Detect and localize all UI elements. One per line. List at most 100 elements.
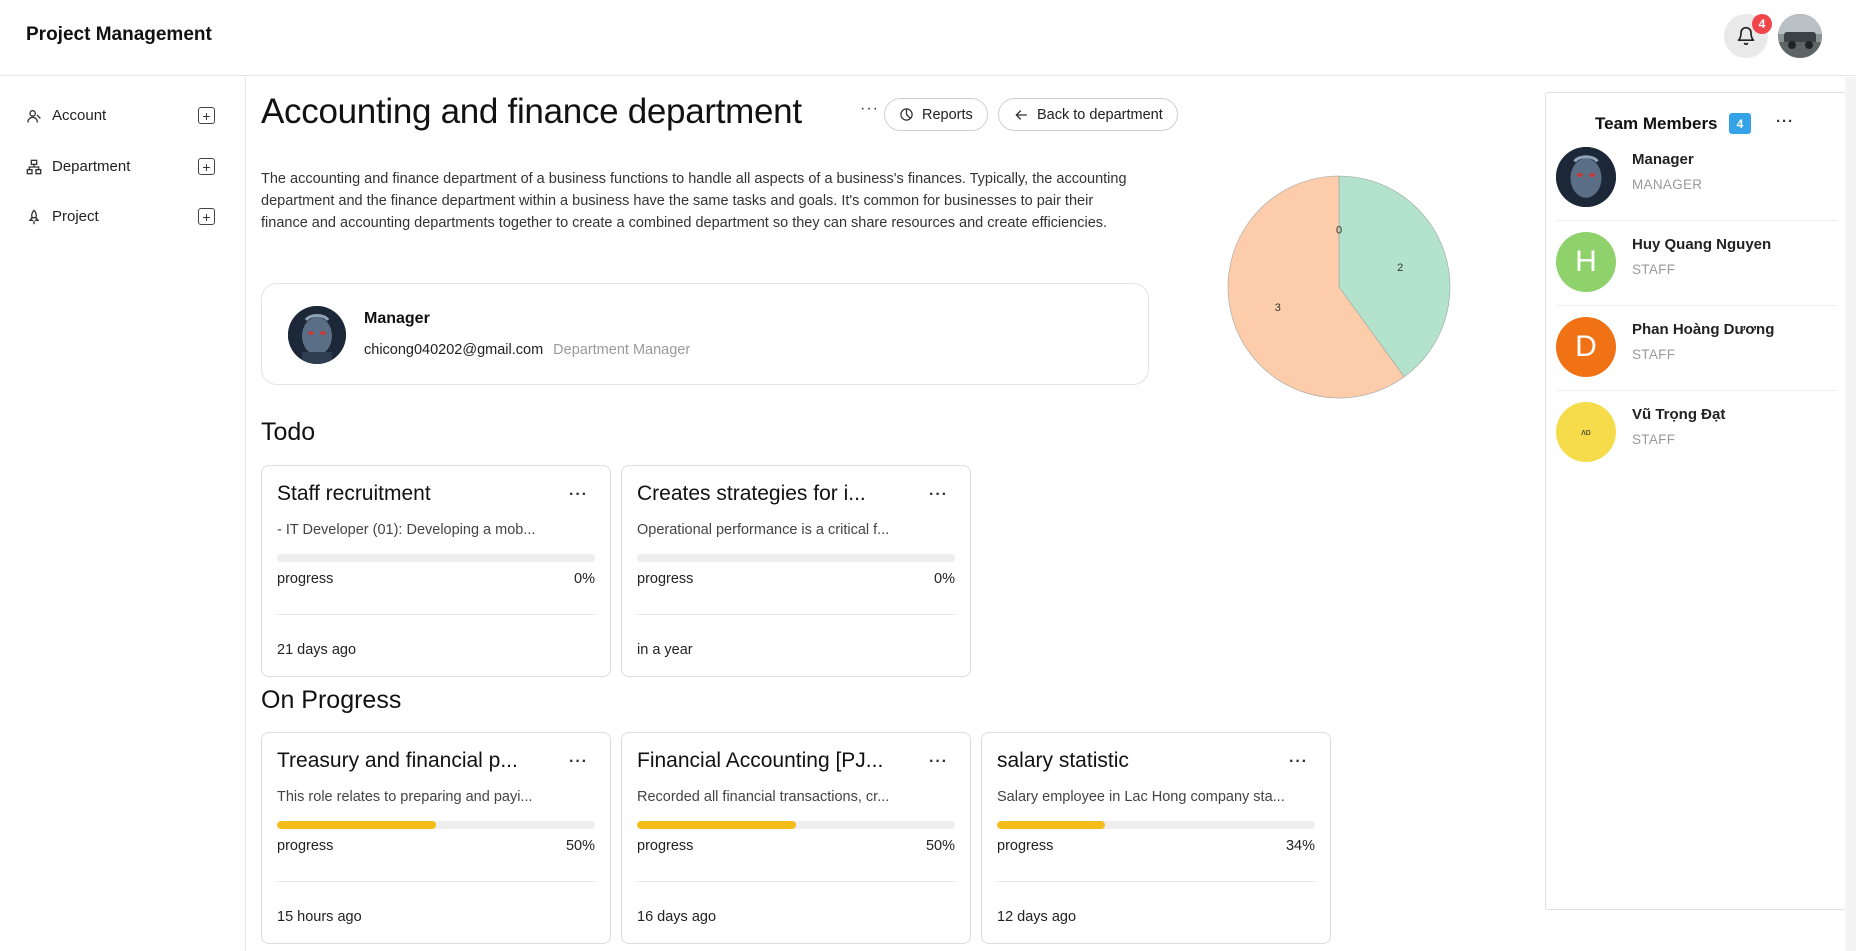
task-timestamp: 15 hours ago <box>277 909 362 925</box>
more-options-button[interactable]: ··· <box>860 100 879 118</box>
reports-label: Reports <box>922 106 973 123</box>
progress-percent: 50% <box>565 838 595 854</box>
task-title[interactable]: salary statistic <box>997 749 1277 773</box>
manager-name: Manager <box>364 310 430 327</box>
member-role: STAFF <box>1632 347 1676 362</box>
progress-label: progress <box>277 838 334 854</box>
member-name: Phan Hoàng Dương <box>1632 321 1775 338</box>
task-card[interactable]: Treasury and financial p... ··· This role … <box>261 732 611 944</box>
member-avatar: H <box>1556 232 1616 292</box>
member-avatar: ᴧᴅ <box>1556 402 1616 462</box>
task-title[interactable]: Treasury and financial p... <box>277 749 557 773</box>
sidebar-item-account[interactable]: Account + <box>0 96 246 136</box>
task-more-button[interactable]: ··· <box>929 486 948 504</box>
add-project-button[interactable]: + <box>198 208 215 225</box>
sidebar-item-department[interactable]: Department + <box>0 147 246 187</box>
notification-badge: 4 <box>1752 14 1772 34</box>
scrollbar[interactable] <box>1845 77 1856 951</box>
sidebar-item-label: Project <box>52 208 99 225</box>
progress-label: progress <box>277 571 334 587</box>
task-more-button[interactable]: ··· <box>569 486 588 504</box>
reports-button[interactable]: Reports <box>884 98 988 131</box>
progress-percent: 50% <box>925 838 955 854</box>
task-timestamp: in a year <box>637 642 693 658</box>
sitemap-icon <box>26 159 42 175</box>
manager-contact: chicong040202@gmail.com Department Manage… <box>364 342 690 358</box>
add-department-button[interactable]: + <box>198 158 215 175</box>
team-member-item[interactable]: ᴧᴅ Vũ Trọng Đạt STAFF <box>1556 390 1837 475</box>
divider <box>637 614 955 615</box>
team-more-button[interactable]: ··· <box>1776 113 1794 130</box>
member-initial: D <box>1575 330 1597 363</box>
team-member-item[interactable]: H Huy Quang Nguyen STAFF <box>1556 220 1837 305</box>
sidebar: Account + Department + Project + <box>0 77 246 951</box>
divider <box>277 881 595 882</box>
member-role: MANAGER <box>1632 177 1703 192</box>
team-member-item[interactable]: Manager MANAGER <box>1556 135 1837 220</box>
page-title: Accounting and finance department <box>261 92 802 131</box>
divider <box>277 614 595 615</box>
progress-bar <box>637 821 955 829</box>
member-avatar: D <box>1556 317 1616 377</box>
task-timestamp: 12 days ago <box>997 909 1077 925</box>
todo-section-title: Todo <box>261 418 316 446</box>
task-description: Salary employee in Lac Hong company sta.… <box>997 789 1285 805</box>
user-icon <box>27 110 41 123</box>
add-account-button[interactable]: + <box>198 107 215 124</box>
task-card[interactable]: Staff recruitment ··· - IT Developer (01):… <box>261 465 611 677</box>
progress-bar <box>277 554 595 562</box>
manager-avatar <box>288 306 346 364</box>
task-card[interactable]: salary statistic ··· Salary employee in La… <box>981 732 1331 944</box>
progress-percent: 34% <box>1285 838 1315 854</box>
manager-email: chicong040202@gmail.com <box>364 342 544 358</box>
divider <box>997 881 1315 882</box>
progress-label: progress <box>637 571 694 587</box>
department-description: The accounting and finance department of… <box>261 171 1127 231</box>
team-members-title: Team Members <box>1595 114 1718 133</box>
progress-bar <box>637 554 955 562</box>
task-more-button[interactable]: ··· <box>1289 753 1308 771</box>
pie-slice-label: 0 <box>1336 224 1342 236</box>
divider <box>637 881 955 882</box>
member-avatar <box>1556 147 1616 207</box>
pie-slice-label: 3 <box>1275 302 1281 314</box>
task-more-button[interactable]: ··· <box>929 753 948 771</box>
member-name: Manager <box>1632 151 1694 168</box>
app-title: Project Management <box>26 24 212 45</box>
task-title[interactable]: Financial Accounting [PJ... <box>637 749 917 773</box>
task-title[interactable]: Creates strategies for i... <box>637 482 917 506</box>
top-bar: Project Management 4 <box>0 0 1856 76</box>
task-card[interactable]: Financial Accounting [PJ... ··· Recorded a… <box>621 732 971 944</box>
progress-bar-fill <box>637 821 796 829</box>
progress-label: progress <box>997 838 1054 854</box>
task-title[interactable]: Staff recruitment <box>277 482 557 506</box>
back-label: Back to department <box>1037 106 1163 123</box>
progress-label: progress <box>637 838 694 854</box>
manager-card: Manager chicong040202@gmail.com Departmen… <box>261 283 1149 385</box>
notification-button[interactable]: 4 <box>1724 14 1772 58</box>
task-more-button[interactable]: ··· <box>569 753 588 771</box>
task-description: Operational performance is a critical f.… <box>637 522 890 538</box>
member-initial: H <box>1575 245 1597 278</box>
task-timestamp: 16 days ago <box>637 909 717 925</box>
progress-bar <box>997 821 1315 829</box>
team-member-item[interactable]: D Phan Hoàng Dương STAFF <box>1556 305 1837 390</box>
pie-slice-label: 2 <box>1397 262 1403 274</box>
task-description: Recorded all financial transactions, cr.… <box>637 789 890 805</box>
manager-role: Department Manager <box>553 342 691 358</box>
member-role: STAFF <box>1632 432 1676 447</box>
member-name: Huy Quang Nguyen <box>1632 236 1772 253</box>
sidebar-item-label: Department <box>52 158 131 175</box>
back-to-department-button[interactable]: Back to department <box>998 98 1178 131</box>
progress-percent: 0% <box>934 571 955 587</box>
team-count-badge: 4 <box>1729 113 1751 134</box>
task-status-pie-chart: 0 2 3 <box>1227 175 1451 399</box>
sidebar-item-project[interactable]: Project + <box>0 197 246 237</box>
task-card[interactable]: Creates strategies for i... ··· Operationa… <box>621 465 971 677</box>
user-avatar[interactable] <box>1778 14 1822 58</box>
team-members-panel: Team Members 4 ··· Manager MANAGER H Huy Qu… <box>1545 92 1846 910</box>
member-name: Vũ Trọng Đạt <box>1632 406 1726 423</box>
task-timestamp: 21 days ago <box>277 642 357 658</box>
progress-bar-fill <box>277 821 436 829</box>
member-role: STAFF <box>1632 262 1676 277</box>
